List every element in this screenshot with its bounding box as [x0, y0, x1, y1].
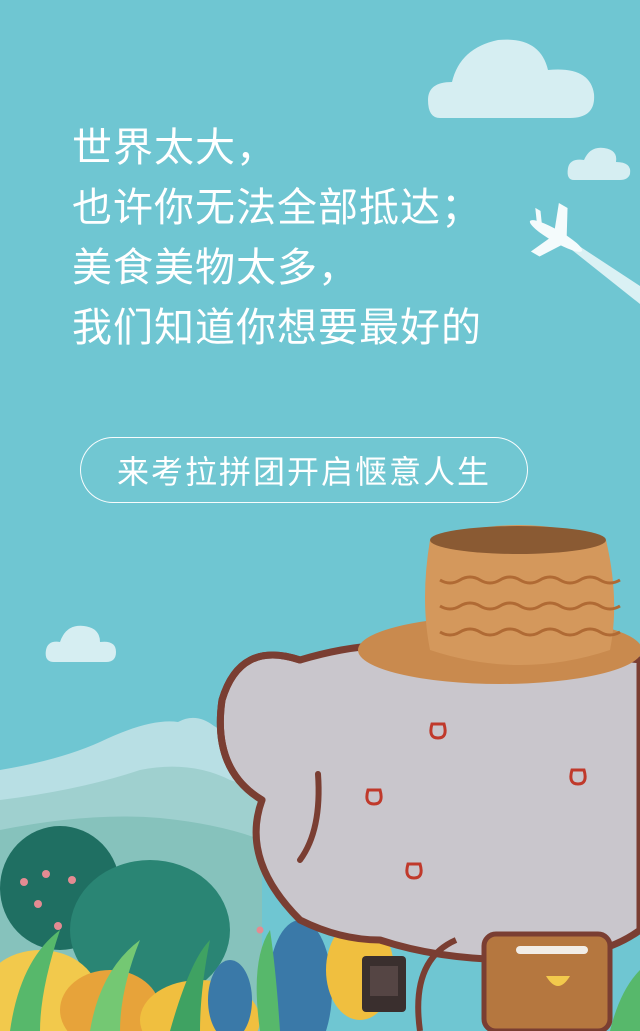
elephant-mascot — [216, 641, 640, 964]
airplane-icon — [529, 203, 583, 257]
straw-hat-icon — [358, 525, 640, 684]
cloud-icon — [428, 39, 595, 118]
slogan-line-1: 世界太大， — [72, 125, 277, 171]
cloud-icon — [45, 625, 116, 662]
slogan-line-3: 美食美物太多， — [72, 245, 359, 291]
camera-icon — [362, 956, 406, 1012]
contrail — [572, 244, 640, 304]
slogan-line-2: 也许你无法全部抵达； — [72, 185, 482, 231]
cloud-icon — [567, 147, 631, 180]
slogan-text: 世界太大， 也许你无法全部抵达； 美食美物太多， 我们知道你想要最好的 — [72, 118, 482, 358]
splash-screen: 世界太大， 也许你无法全部抵达； 美食美物太多， 我们知道你想要最好的 来考拉拼… — [0, 0, 640, 1031]
start-group-buy-label: 来考拉拼团开启惬意人生 — [116, 453, 491, 491]
slogan-line-4: 我们知道你想要最好的 — [72, 305, 482, 351]
start-group-buy-button[interactable]: 来考拉拼团开启惬意人生 — [80, 437, 528, 503]
